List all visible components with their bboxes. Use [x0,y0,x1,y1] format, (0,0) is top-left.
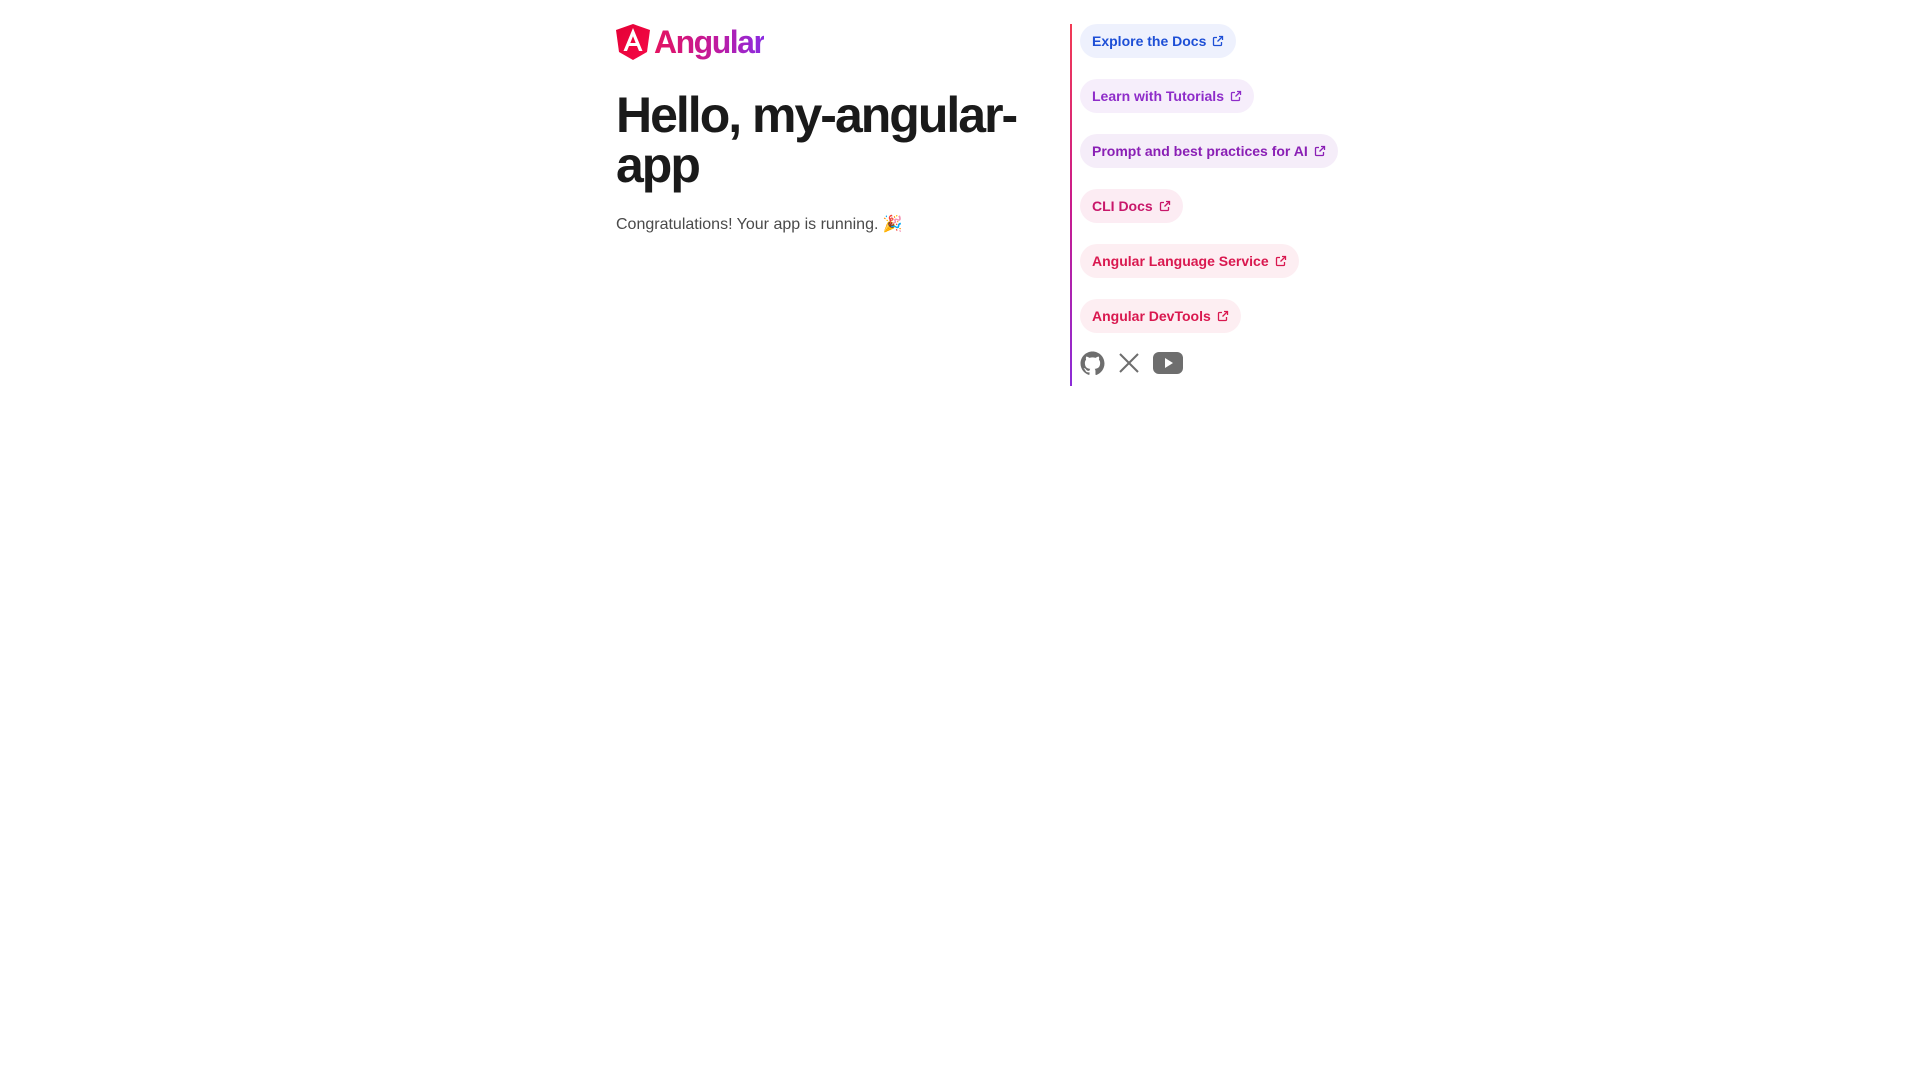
language-service-link[interactable]: Angular Language Service [1080,244,1299,278]
external-link-icon [1213,35,1224,47]
x-twitter-icon[interactable] [1117,351,1141,375]
external-link-icon [1230,90,1242,102]
ai-practices-link[interactable]: Prompt and best practices for AI [1080,134,1338,168]
external-link-icon [1275,255,1286,267]
cli-docs-link[interactable]: CLI Docs [1080,189,1183,223]
angular-logo: Angular [616,24,1056,60]
gradient-divider [1070,24,1072,386]
cli-docs-label: CLI Docs [1092,198,1153,214]
links-panel: Explore the Docs Learn with Tutorials Pr… [1080,24,1338,378]
page-subtitle: Congratulations! Your app is running. 🎉 [616,216,903,233]
external-link-icon [1217,310,1228,322]
ai-practices-label: Prompt and best practices for AI [1092,143,1308,159]
devtools-link[interactable]: Angular DevTools [1080,299,1241,333]
youtube-icon[interactable] [1153,352,1183,374]
social-links [1080,348,1338,378]
github-icon[interactable] [1080,351,1105,376]
main-content: Angular Hello, my-angular-app Congratula… [616,24,1056,236]
external-link-icon [1159,200,1170,212]
explore-docs-label: Explore the Docs [1092,33,1207,49]
explore-docs-link[interactable]: Explore the Docs [1080,24,1237,58]
tutorials-label: Learn with Tutorials [1092,88,1224,104]
page: Angular Hello, my-angular-app Congratula… [0,0,1920,1080]
language-service-label: Angular Language Service [1092,253,1269,269]
logo-wordmark: Angular [654,24,766,60]
devtools-label: Angular DevTools [1092,308,1211,324]
tutorials-link[interactable]: Learn with Tutorials [1080,79,1254,113]
external-link-icon [1314,145,1325,157]
angular-shield-icon [616,24,650,60]
page-title: Hello, my-angular-app [616,87,1018,193]
